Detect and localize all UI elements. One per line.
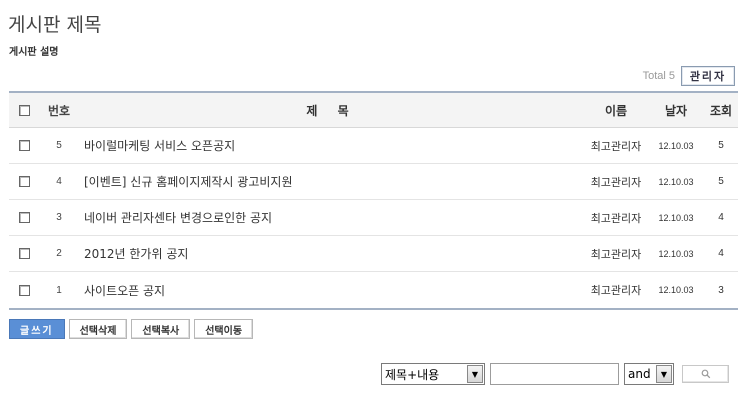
board-title: 게시판 제목 [8, 14, 102, 36]
chevron-down-icon[interactable]: ▼ [656, 365, 672, 383]
copy-selected-button[interactable]: 선택복사 [131, 319, 191, 339]
row-num: 1 [56, 284, 62, 296]
header-date: 날자 [664, 103, 688, 118]
row-date: 12.10.03 [658, 212, 694, 223]
row-author[interactable]: 최고관리자 [584, 174, 648, 190]
search-operator-value: and [628, 367, 651, 381]
row-title-link[interactable]: 바이럴마케팅 서비스 오픈공지 [79, 137, 584, 154]
row-author[interactable]: 최고관리자 [584, 210, 648, 226]
row-checkbox[interactable] [18, 248, 30, 259]
row-views: 4 [718, 212, 724, 223]
table-row: 4 [이벤트] 신규 홈페이지제작시 광고비지원 최고관리자 12.10.03 … [9, 164, 738, 200]
row-num: 3 [56, 212, 62, 223]
row-date: 12.10.03 [658, 176, 694, 187]
total-count: Total 5 [642, 70, 675, 82]
row-checkbox[interactable] [18, 140, 30, 151]
board-description: 게시판 설명 [9, 47, 59, 58]
row-date: 12.10.03 [658, 140, 694, 151]
row-views: 5 [718, 176, 724, 187]
row-title-link[interactable]: 사이트오픈 공지 [79, 282, 584, 299]
list-header: 번호 제 목 이름 날자 조회 [9, 93, 738, 128]
header-title: 제 목 [306, 103, 357, 118]
delete-selected-button[interactable]: 선택삭제 [68, 319, 128, 339]
table-row: 3 네이버 관리자센타 변경으로인한 공지 최고관리자 12.10.03 4 [9, 200, 738, 236]
row-views: 5 [718, 140, 724, 151]
header-num: 번호 [47, 103, 71, 118]
table-row: 5 바이럴마케팅 서비스 오픈공지 최고관리자 12.10.03 5 [9, 128, 738, 164]
action-buttons: 글쓰기 선택삭제 선택복사 선택이동 [9, 319, 254, 339]
header-name: 이름 [604, 103, 628, 118]
select-all-checkbox[interactable] [18, 104, 30, 116]
row-date: 12.10.03 [658, 285, 694, 295]
row-title-link[interactable]: 2012년 한가위 공지 [79, 245, 584, 262]
row-title-link[interactable]: [이벤트] 신규 홈페이지제작시 광고비지원 [79, 173, 584, 190]
search-field-value: 제목+내용 [385, 367, 440, 382]
search-field-select[interactable]: 제목+내용 ▼ [381, 363, 485, 385]
move-selected-button[interactable]: 선택이동 [194, 319, 254, 339]
row-num: 5 [56, 140, 62, 151]
admin-button[interactable]: 관리자 [681, 66, 735, 86]
row-checkbox[interactable] [18, 212, 30, 223]
row-author[interactable]: 최고관리자 [584, 138, 648, 154]
write-button[interactable]: 글쓰기 [9, 319, 65, 339]
total-bar: Total 5 관리자 [643, 66, 735, 86]
row-author[interactable]: 최고관리자 [584, 282, 648, 298]
row-title-link[interactable]: 네이버 관리자센타 변경으로인한 공지 [79, 209, 584, 226]
post-list: 번호 제 목 이름 날자 조회 5 바이럴마케팅 서비스 오픈공지 최고관리자 … [9, 91, 738, 310]
table-row: 2 2012년 한가위 공지 최고관리자 12.10.03 4 [9, 236, 738, 272]
row-author[interactable]: 최고관리자 [584, 246, 648, 262]
header-views: 조회 [709, 103, 733, 118]
search-operator-select[interactable]: and ▼ [624, 363, 674, 385]
row-checkbox[interactable] [18, 284, 30, 296]
table-row: 1 사이트오픈 공지 최고관리자 12.10.03 3 [9, 272, 738, 308]
search-input[interactable] [490, 363, 619, 385]
row-num: 4 [56, 176, 62, 187]
row-views: 4 [718, 248, 724, 259]
search-icon [701, 369, 710, 379]
row-views: 3 [718, 284, 724, 296]
chevron-down-icon[interactable]: ▼ [467, 365, 483, 383]
search-bar: 제목+내용 ▼ and ▼ [381, 363, 729, 385]
row-checkbox[interactable] [18, 176, 30, 187]
search-button[interactable] [682, 365, 729, 383]
row-num: 2 [56, 248, 62, 259]
row-date: 12.10.03 [658, 248, 694, 259]
